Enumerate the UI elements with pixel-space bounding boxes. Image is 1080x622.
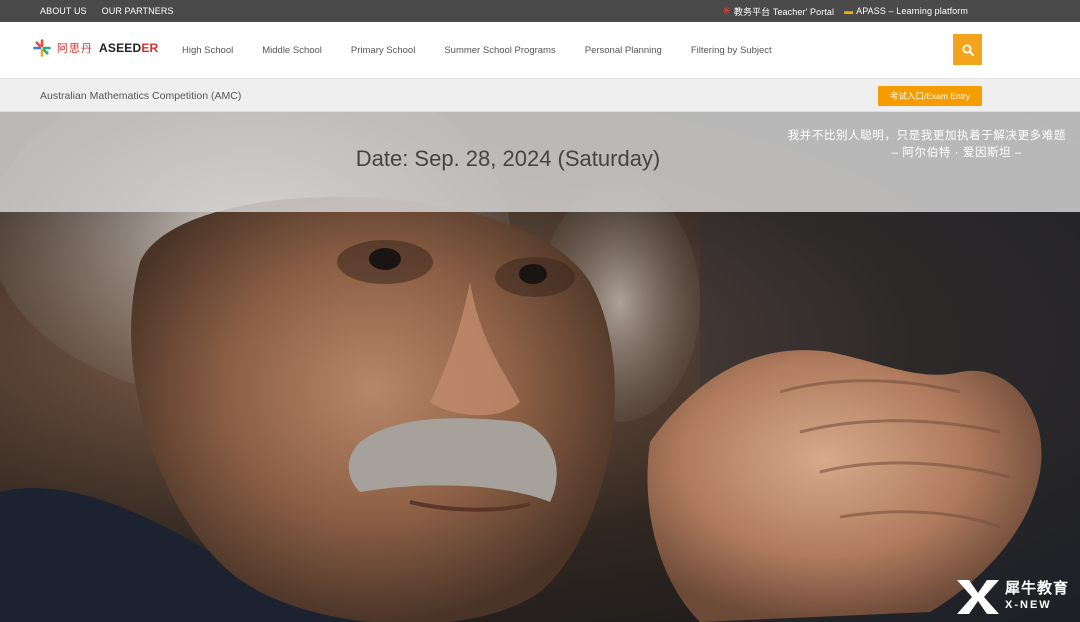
site-logo[interactable]: 阿思丹 ASEEDER	[33, 39, 158, 57]
apass-label: APASS – Learning platform	[856, 6, 968, 16]
xnew-watermark: 犀牛教育 X-NEW	[955, 578, 1069, 616]
nav-filtering-by-subject[interactable]: Filtering by Subject	[691, 45, 772, 56]
nav-high-school[interactable]: High School	[182, 45, 233, 56]
logo-chinese: 阿思丹	[57, 43, 93, 55]
top-utility-bar: ABOUT US OUR PARTNERS ✳ 教务平台 Teacher' Po…	[0, 0, 1080, 22]
logo-english-accent: ER	[141, 41, 159, 55]
search-button[interactable]	[953, 34, 982, 65]
hero-banner: Date: Sep. 28, 2024 (Saturday) 我并不比别人聪明，…	[0, 112, 1080, 622]
quote-text: 我并不比别人聪明，只是我更加执着于解决更多难题	[787, 130, 1066, 142]
our-partners-link[interactable]: OUR PARTNERS	[102, 6, 174, 16]
watermark-chinese: 犀牛教育	[1005, 580, 1070, 597]
apass-icon: ▬	[844, 6, 854, 16]
apass-link[interactable]: ▬ APASS – Learning platform	[844, 6, 968, 16]
search-icon	[962, 44, 974, 56]
logo-english: ASEEDER	[99, 41, 158, 55]
aseeder-star-icon	[33, 39, 51, 57]
about-us-link[interactable]: ABOUT US	[40, 6, 87, 16]
page-title-bar: Australian Mathematics Competition (AMC)…	[0, 78, 1080, 112]
portal-star-icon: ✳	[722, 5, 731, 17]
nav-summer-school[interactable]: Summer School Programs	[444, 45, 555, 56]
einstein-quote: 我并不比别人聪明，只是我更加执着于解决更多难题 – 阿尔伯特 · 爱因斯坦 –	[788, 128, 1066, 162]
watermark-english: X-NEW	[1005, 599, 1052, 611]
teacher-portal-link[interactable]: ✳ 教务平台 Teacher' Portal	[722, 5, 834, 18]
page-title: Australian Mathematics Competition (AMC)	[40, 90, 242, 102]
nav-primary-school[interactable]: Primary School	[351, 45, 415, 56]
nav-personal-planning[interactable]: Personal Planning	[585, 45, 662, 56]
nav-middle-school[interactable]: Middle School	[262, 45, 322, 56]
exam-entry-button[interactable]: 考试入口/Exam Entry	[878, 86, 982, 106]
xnew-logo-icon	[957, 580, 999, 614]
main-header: 阿思丹 ASEEDER High School Middle School Pr…	[0, 22, 1080, 78]
main-nav: High School Middle School Primary School…	[182, 22, 801, 78]
teacher-portal-label: 教务平台 Teacher' Portal	[733, 6, 835, 17]
quote-attribution: – 阿尔伯特 · 爱因斯坦 –	[891, 147, 1023, 159]
logo-english-main: ASEED	[99, 41, 142, 55]
date-banner: Date: Sep. 28, 2024 (Saturday) 我并不比别人聪明，…	[0, 112, 1080, 212]
